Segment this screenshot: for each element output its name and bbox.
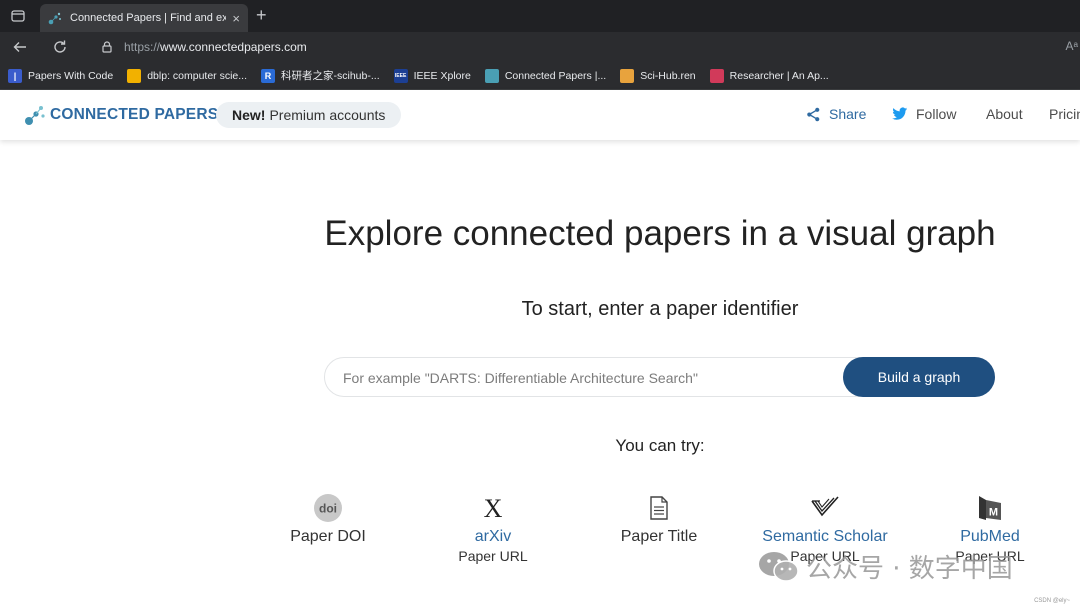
bookmark-label: Researcher | An Ap... [729, 69, 829, 82]
site-header: CONNECTED PAPERS New! Premium accounts S… [0, 90, 1080, 140]
document-icon [650, 496, 668, 520]
pricing-link[interactable]: Pricin [1049, 106, 1080, 122]
tab-close-icon[interactable]: × [232, 11, 240, 26]
bookmark-label: Papers With Code [28, 69, 114, 82]
premium-new-label: New! [232, 107, 266, 123]
page-subtitle: To start, enter a paper identifier [521, 298, 799, 320]
follow-link[interactable]: Follow [892, 106, 956, 122]
you-can-try-label: You can try: [615, 436, 705, 455]
option-arxiv[interactable]: X arXiv Paper URL [418, 492, 568, 564]
researcher-icon [709, 68, 724, 83]
premium-label: Premium accounts [269, 107, 386, 123]
bookmark-item[interactable]: Researcher | An Ap... [709, 68, 829, 83]
bookmark-label: IEEE Xplore [413, 69, 471, 82]
share-icon [807, 107, 820, 121]
connectedpapers-favicon [48, 12, 61, 25]
connectedpapers-logo-icon [25, 106, 45, 125]
connectedpapers-icon [484, 68, 499, 83]
build-graph-button[interactable]: Build a graph [843, 357, 995, 397]
option-label: PubMed [960, 528, 1020, 545]
back-arrow-icon[interactable] [12, 39, 28, 55]
share-label: Share [829, 106, 867, 122]
pwc-icon: | [8, 68, 22, 83]
bookmark-label: Sci-Hub.ren [640, 69, 696, 82]
bookmark-item[interactable]: Connected Papers |... [484, 68, 607, 83]
doi-icon: doi [314, 494, 342, 522]
option-paper-title[interactable]: Paper Title [584, 492, 734, 546]
url-host: www.connectedpapers.com [160, 40, 307, 54]
option-label: Semantic Scholar [762, 528, 888, 545]
url-field[interactable]: https://www.connectedpapers.com [96, 35, 1076, 59]
watermark-text: 公众号 · 数字中国 [806, 554, 1013, 584]
bookmark-label: Connected Papers |... [504, 69, 607, 82]
address-bar-row: https://www.connectedpapers.com Aᵃ [0, 32, 1080, 62]
r-icon: R [261, 68, 276, 83]
reader-mode-icon[interactable]: Aᵃ [1066, 39, 1078, 53]
arxiv-x-icon: X [484, 495, 503, 521]
svg-text:M: M [989, 507, 998, 519]
scihub-icon [620, 68, 635, 83]
option-label: Paper Title [620, 528, 698, 545]
bookmarks-bar: | Papers With Code dblp: computer scie... R… [0, 62, 1080, 90]
follow-label: Follow [916, 106, 957, 122]
premium-accounts-badge[interactable]: New! Premium accounts [216, 102, 402, 128]
tab-title: Connected Papers | Find and exp [70, 12, 227, 24]
bookmark-item[interactable]: Sci-Hub.ren [620, 68, 696, 83]
option-sublabel: Paper URL [458, 548, 528, 564]
dblp-icon [127, 68, 142, 83]
lock-icon[interactable] [100, 40, 114, 54]
bookmark-item[interactable]: | Papers With Code [8, 68, 114, 83]
csdn-credit: CSDN @ely~ [1034, 598, 1070, 604]
site-logo[interactable]: CONNECTED PAPERS [24, 104, 218, 126]
bookmark-label: 科研者之家-scihub-... [281, 70, 380, 82]
bookmark-item[interactable]: IEEE IEEE Xplore [393, 68, 471, 83]
reload-icon[interactable] [52, 39, 68, 55]
bookmark-item[interactable]: dblp: computer scie... [127, 68, 248, 83]
semantic-scholar-icon [811, 496, 839, 517]
about-link[interactable]: About [986, 106, 1023, 122]
url-scheme: https:// [124, 40, 161, 54]
ieee-icon: IEEE [393, 68, 408, 83]
new-tab-button[interactable]: + [256, 6, 267, 24]
pubmed-icon: M [979, 496, 1001, 520]
bookmark-label: dblp: computer scie... [147, 69, 248, 82]
bookmark-item[interactable]: R 科研者之家-scihub-... [261, 68, 380, 83]
search-input[interactable] [341, 358, 845, 398]
browser-tab-active[interactable]: Connected Papers | Find and exp × [40, 4, 248, 32]
share-link[interactable]: Share [806, 106, 866, 122]
option-paper-doi[interactable]: doi Paper DOI [253, 492, 403, 546]
twitter-bird-icon [892, 107, 908, 120]
option-label: Paper DOI [290, 528, 366, 545]
wechat-watermark: 公众号 · 数字中国 [758, 548, 1013, 585]
tab-actions-icon[interactable] [10, 8, 26, 24]
svg-text:X: X [484, 495, 503, 521]
logo-text: CONNECTED PAPERS [50, 106, 219, 123]
page-title: Explore connected papers in a visual gra… [324, 214, 996, 253]
option-label: arXiv [474, 528, 512, 545]
browser-tab-bar: Connected Papers | Find and exp × + [0, 0, 1080, 32]
svg-text:doi: doi [319, 502, 337, 516]
wechat-icon [759, 551, 799, 582]
